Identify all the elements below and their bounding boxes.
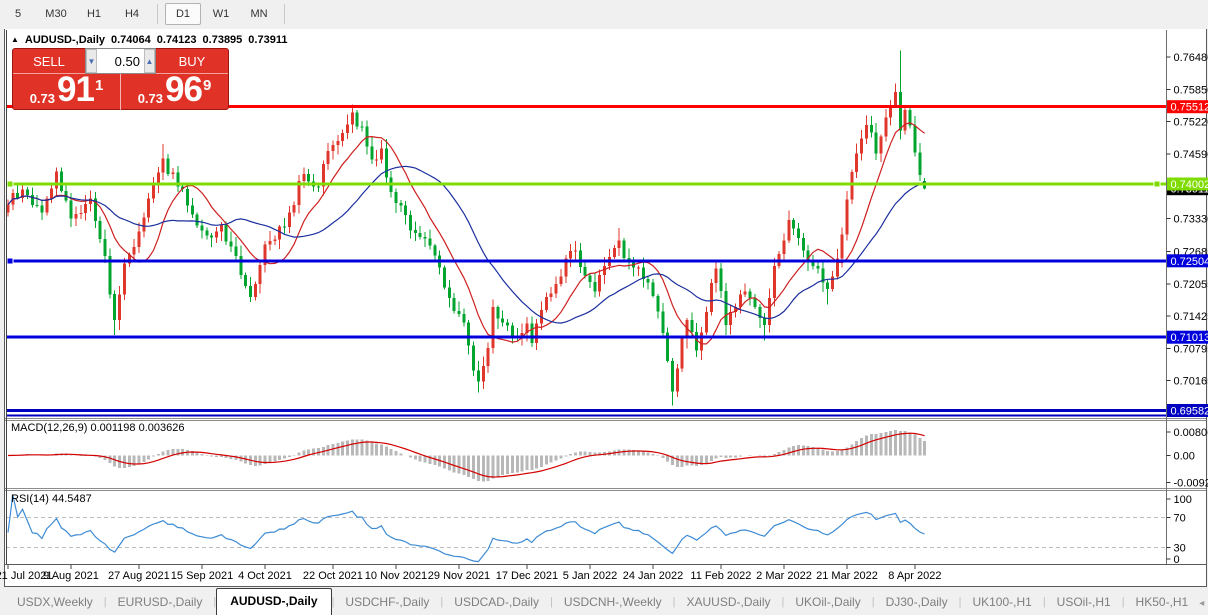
price-tick: 0.76480 [1174,52,1208,64]
chart-tab-eurusd[interactable]: EURUSD-,Daily [107,590,214,615]
rsi-tick: 30 [1174,543,1186,555]
ohlc-open: 0.74064 [111,34,151,46]
tab-scroll-left-icon[interactable]: ◂ [1199,598,1204,609]
price-badge-0.71013: 0.71013 [1167,331,1208,345]
price-badge-0.74002: 0.74002 [1167,178,1208,192]
chart-tab-bar: USDX,Weekly|EURUSD-,Daily|AUDUSD-,Daily|… [0,588,1208,615]
sell-price-sup: 1 [95,78,103,93]
volume-stepper: ▼ ▲ [85,48,156,74]
chart-tab-usdx[interactable]: USDX,Weekly [6,590,104,615]
chart-plot[interactable]: MACD(12,26,9) 0.001198 0.003626 RSI(14) 4… [0,29,1208,586]
date-tick: 29 Nov 2021 [428,570,490,582]
rsi-tick: 100 [1174,494,1192,506]
date-tick: 17 Dec 2021 [496,570,558,582]
date-tick: 8 Apr 2022 [888,570,941,582]
price-badge-0.75512: 0.75512 [1167,100,1208,114]
date-tick: 15 Sep 2021 [171,570,233,582]
sell-price-prefix: 0.73 [30,92,55,105]
volume-input[interactable] [97,49,144,73]
date-tick: 9 Aug 2021 [43,570,99,582]
price-tick: 0.74590 [1174,149,1208,161]
svg-text:0.75512: 0.75512 [1171,102,1208,114]
chart-tab-ukoil[interactable]: UKOil-,Daily [784,590,871,615]
price-tick: 0.70165 [1174,376,1208,388]
chart-tab-usdcnh[interactable]: USDCNH-,Weekly [553,590,673,615]
chart-tab-dj30[interactable]: DJ30-,Daily [875,590,959,615]
collapse-ohlc-icon[interactable]: ▲ [11,35,19,44]
rsi-tick: 0 [1174,554,1180,566]
chart-tab-audusd[interactable]: AUDUSD-,Daily [216,588,331,615]
mt4-terminal: 5M30H1H4D1W1MN MACD(12,26,9) 0.001198 0.… [0,0,1208,615]
sell-price-big: 91 [57,72,94,107]
macd-tick: -0.009286 [1174,478,1208,490]
date-tick: 10 Nov 2021 [365,570,427,582]
one-click-trading-panel: SELL ▼ ▲ BUY 0.73 91 1 0.73 96 9 [12,48,229,110]
price-tick: 0.75220 [1174,117,1208,129]
svg-text:0.74002: 0.74002 [1171,179,1208,191]
sell-price-display[interactable]: 0.73 91 1 [13,74,121,110]
line-handle [7,181,13,187]
date-tick: 5 Jan 2022 [563,570,617,582]
rsi-tick: 70 [1174,513,1186,525]
chart-tab-xauusd[interactable]: XAUUSD-,Daily [675,590,781,615]
price-tick: 0.70795 [1174,343,1208,355]
buy-price-sup: 9 [203,78,211,93]
chart-tab-hk50[interactable]: HK50-,H1 [1125,590,1200,615]
chart-tab-usdcad[interactable]: USDCAD-,Daily [443,590,550,615]
macd-tick: 0.00 [1174,451,1195,463]
price-tick: 0.75850 [1174,84,1208,96]
macd-label: MACD(12,26,9) 0.001198 0.003626 [11,422,184,434]
date-tick: 21 Mar 2022 [816,570,878,582]
chart-tab-uk100[interactable]: UK100-,H1 [961,590,1042,615]
chart-title: ▲ AUDUSD-,Daily 0.74064 0.74123 0.73895 … [11,34,287,46]
svg-text:0.72504: 0.72504 [1171,256,1208,268]
line-handle [7,258,13,264]
svg-text:0.69582: 0.69582 [1171,406,1208,418]
macd-tick: 0.008061 [1174,427,1208,439]
date-tick: 11 Feb 2022 [690,570,751,582]
buy-price-big: 96 [165,72,202,107]
price-badge-0.72504: 0.72504 [1167,254,1208,267]
ohlc-low: 0.73895 [203,34,243,46]
date-tick: 22 Oct 2021 [303,570,363,582]
ohlc-high: 0.74123 [157,34,197,46]
symbol-name: AUDUSD-,Daily [25,34,105,46]
date-tick: 2 Mar 2022 [756,570,812,582]
volume-increase-button[interactable]: ▲ [144,49,155,73]
price-tick: 0.73330 [1174,214,1208,226]
price-tick: 0.72055 [1174,279,1208,291]
buy-price-prefix: 0.73 [138,92,163,105]
tab-scroll-buttons: ◂▸ [1199,598,1208,615]
rsi-label: RSI(14) 44.5487 [11,493,92,505]
price-tick: 0.71425 [1174,311,1208,323]
date-tick: 27 Aug 2021 [108,570,170,582]
ohlc-close: 0.73911 [248,34,287,46]
price-badge-0.69582: 0.69582 [1167,404,1208,418]
date-tick: 24 Jan 2022 [623,570,684,582]
chart-tab-usoil[interactable]: USOil-,H1 [1046,590,1122,615]
line-handle [1154,181,1160,187]
buy-price-display[interactable]: 0.73 96 9 [121,74,228,110]
date-tick: 4 Oct 2021 [238,570,292,582]
svg-text:0.71013: 0.71013 [1171,332,1208,344]
chart-tab-usdchf[interactable]: USDCHF-,Daily [334,590,440,615]
